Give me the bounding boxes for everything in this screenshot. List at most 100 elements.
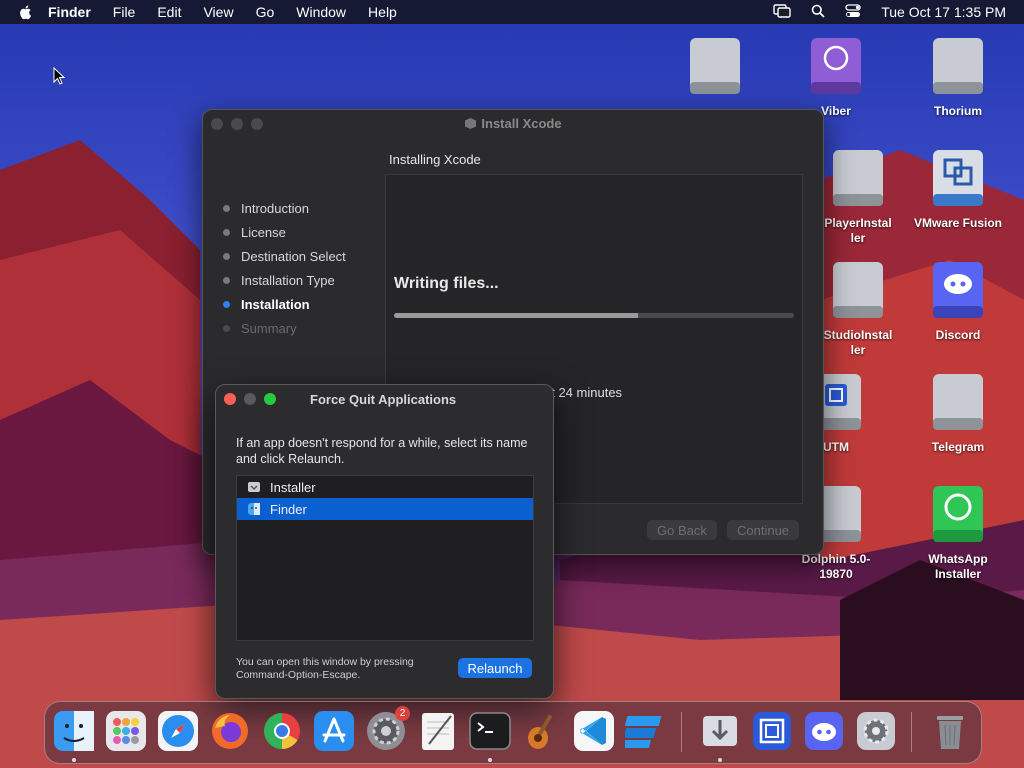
dock: 2 — [44, 701, 982, 764]
step-installation: Installation — [223, 292, 346, 316]
menu-file[interactable]: File — [113, 4, 136, 20]
dock-app-store[interactable] — [313, 710, 355, 752]
running-indicator — [488, 758, 492, 762]
step-introduction: Introduction — [223, 196, 346, 220]
install-status: Writing files... — [394, 275, 499, 292]
menu-help[interactable]: Help — [368, 4, 397, 20]
continue-button[interactable]: Continue — [727, 520, 800, 540]
desktop-icon-viber[interactable]: Viber — [786, 36, 886, 119]
dock-discord[interactable] — [803, 710, 845, 752]
vscode-icon — [574, 711, 614, 751]
step-bullet — [223, 252, 230, 260]
garageband-icon — [528, 714, 553, 749]
hint-line-1: You can open this window by pressing — [236, 656, 414, 668]
menu-finder[interactable]: Finder — [48, 4, 91, 20]
step-bullet — [223, 300, 230, 308]
menu-window[interactable]: Window — [296, 4, 346, 20]
dock-textedit[interactable] — [417, 710, 459, 752]
dock-installer[interactable] — [699, 710, 741, 752]
installer-app-icon — [247, 480, 261, 494]
desktop-icon-whatsapp-installer[interactable]: WhatsApp Installer — [908, 484, 1008, 582]
step-bullet — [223, 324, 230, 332]
safari-icon — [158, 711, 198, 751]
force-quit-description: If an app doesn't respond for a while, s… — [236, 436, 528, 466]
installer-titlebar[interactable]: Install Xcode — [203, 110, 823, 138]
menu-go[interactable]: Go — [256, 4, 275, 20]
step-installation-type: Installation Type — [223, 268, 346, 292]
force-quit-hint: You can open this window by pressing Com… — [236, 656, 414, 682]
apple-menu-icon[interactable] — [18, 4, 34, 20]
app-name: Finder — [270, 501, 307, 517]
drive-icon — [929, 372, 987, 434]
screen-mirroring-icon[interactable] — [773, 3, 791, 21]
installer-icon — [703, 716, 737, 746]
force-quit-window: Force Quit Applications If an app doesn'… — [215, 384, 554, 699]
installer-heading: Installing Xcode — [389, 152, 481, 167]
menu-clock[interactable]: Tue Oct 17 1:35 PM — [881, 4, 1006, 20]
dock-firefox[interactable] — [209, 710, 251, 752]
dock-vscode[interactable] — [573, 710, 615, 752]
vmware-fusion-icon — [929, 148, 987, 210]
hint-line-2: Command-Option-Escape. — [236, 669, 361, 681]
minimize-button[interactable] — [244, 393, 256, 405]
desktop-icon-thorium[interactable]: Thorium — [908, 36, 1008, 119]
discord-icon — [805, 712, 843, 750]
step-summary: Summary — [223, 316, 346, 340]
menu-view[interactable]: View — [203, 4, 233, 20]
drive-icon — [929, 36, 987, 98]
step-bullet — [223, 204, 230, 212]
running-indicator — [72, 758, 76, 762]
app-store-icon — [314, 711, 354, 751]
desktop-icon-label: VMware Fusion — [913, 216, 1002, 230]
chrome-icon — [264, 713, 300, 749]
desktop-icon-label: Thorium — [934, 104, 982, 118]
desktop-icon-vmware-fusion[interactable]: VMware Fusion — [908, 148, 1008, 231]
spotlight-search-icon[interactable] — [811, 4, 825, 21]
dock-terminal[interactable] — [469, 710, 511, 752]
install-progress-bar — [394, 313, 794, 318]
dock-launchpad[interactable] — [105, 710, 147, 752]
step-license: License — [223, 220, 346, 244]
running-indicator — [718, 758, 722, 762]
gear-icon — [857, 712, 895, 750]
control-center-icon[interactable] — [845, 3, 861, 21]
app-name: Installer — [270, 479, 316, 495]
force-quit-titlebar[interactable]: Force Quit Applications — [216, 385, 553, 413]
step-label: Summary — [241, 320, 297, 336]
desktop-icon-discord[interactable]: Discord — [908, 260, 1008, 343]
dock-safari[interactable] — [157, 710, 199, 752]
step-destination-select: Destination Select — [223, 244, 346, 268]
menu-edit[interactable]: Edit — [157, 4, 181, 20]
package-icon — [464, 117, 477, 133]
desktop-icon-telegram[interactable]: Telegram — [908, 372, 1008, 455]
dock-chrome[interactable] — [261, 710, 303, 752]
time-remaining-text: ut 24 minutes — [544, 385, 623, 400]
relaunch-button[interactable]: Relaunch — [458, 658, 532, 678]
menu-bar: Finder File Edit View Go Window Help Tue… — [0, 0, 1024, 24]
step-label: Destination Select — [241, 248, 346, 264]
desktop-icon-drive[interactable] — [665, 36, 765, 104]
desktop-icon-label: Discord — [935, 328, 981, 342]
dock-system-settings[interactable]: 2 — [365, 706, 410, 752]
install-progress-fill — [394, 313, 638, 318]
zoom-button[interactable] — [264, 393, 276, 405]
installer-title-text: Install Xcode — [481, 116, 562, 131]
step-label: Installation — [241, 296, 310, 312]
utm-icon — [753, 712, 791, 750]
dock-finder[interactable] — [53, 710, 95, 752]
dock-trash[interactable] — [929, 710, 971, 752]
force-quit-title: Force Quit Applications — [310, 392, 457, 407]
dock-utm[interactable] — [751, 710, 793, 752]
desktop-icon-label: Telegram — [931, 440, 985, 454]
go-back-button[interactable]: Go Back — [647, 520, 717, 540]
installer-title: Install Xcode — [203, 116, 823, 133]
step-label: Introduction — [241, 200, 309, 216]
dock-settings-gear[interactable] — [855, 710, 897, 752]
dock-separator — [681, 712, 682, 752]
close-button[interactable] — [224, 393, 236, 405]
app-row-finder[interactable]: Finder — [237, 498, 533, 520]
dock-blue-app[interactable] — [622, 710, 667, 752]
step-label: License — [241, 224, 286, 240]
app-row-installer[interactable]: Installer — [237, 476, 533, 498]
dock-garageband[interactable] — [521, 710, 563, 752]
